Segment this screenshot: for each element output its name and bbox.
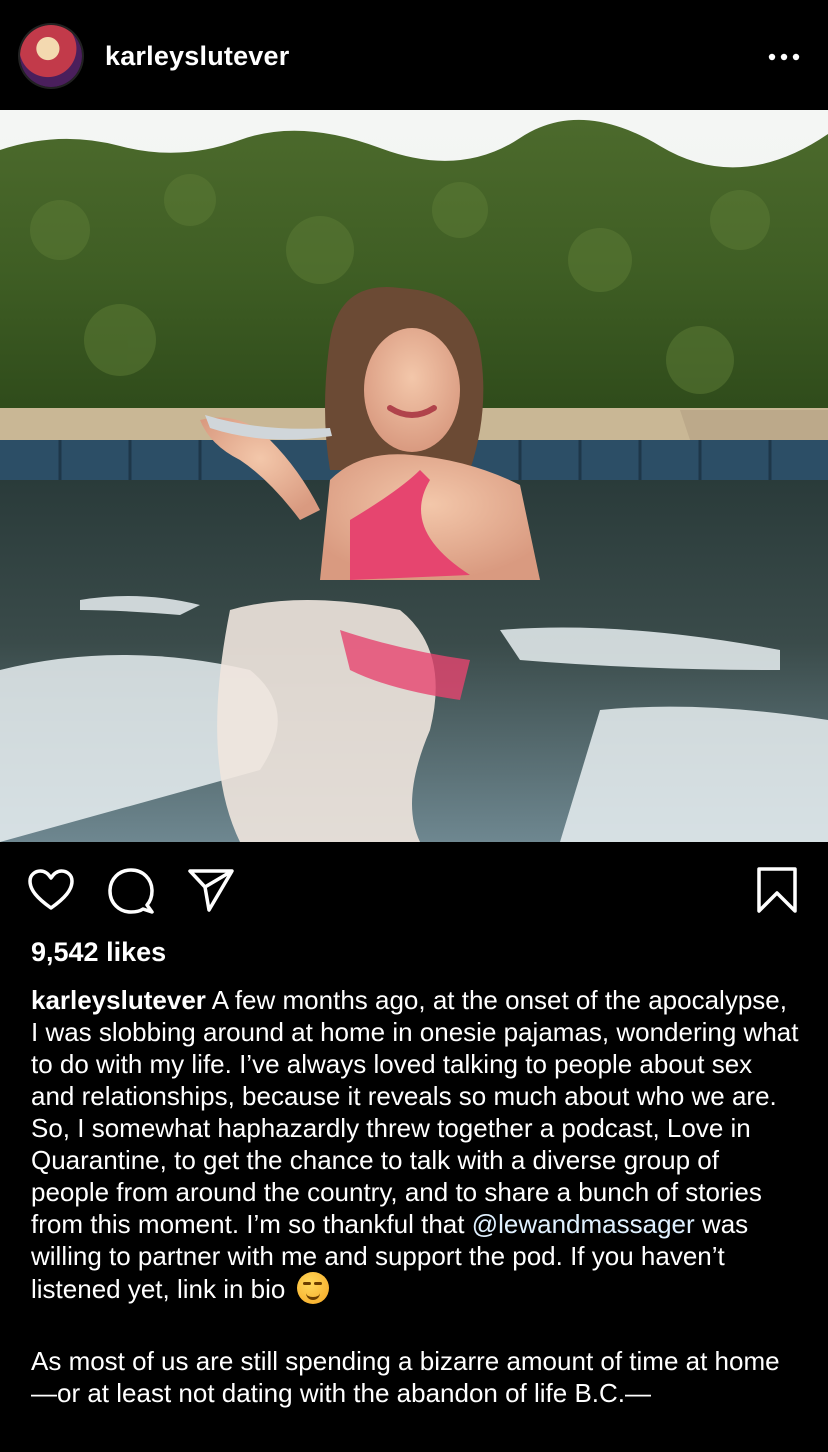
likes-count[interactable]: 9,542 likes (31, 937, 166, 968)
bookmark-icon[interactable] (752, 864, 802, 916)
heart-icon[interactable] (26, 866, 76, 914)
post-caption: karleyslutever A few months ago, at the … (31, 984, 801, 1409)
comment-bubble-icon[interactable] (106, 866, 156, 916)
smirking-face-emoji-icon (296, 1272, 329, 1304)
post-username[interactable]: karleyslutever (105, 41, 289, 72)
caption-paragraph-1: karleyslutever A few months ago, at the … (31, 984, 801, 1305)
post-photo[interactable] (0, 110, 828, 842)
caption-paragraph-2: As most of us are still spending a bizar… (31, 1346, 780, 1408)
paper-plane-icon[interactable] (186, 866, 236, 914)
caption-text: A few months ago, at the onset of the ap… (31, 985, 799, 1239)
avatar[interactable] (20, 25, 82, 87)
post-actions (0, 842, 828, 942)
post-header: karleyslutever (0, 0, 828, 110)
more-dots-icon[interactable] (762, 40, 806, 74)
caption-mention-link[interactable]: @lewandmassager (472, 1209, 695, 1239)
caption-username[interactable]: karleyslutever (31, 985, 206, 1015)
